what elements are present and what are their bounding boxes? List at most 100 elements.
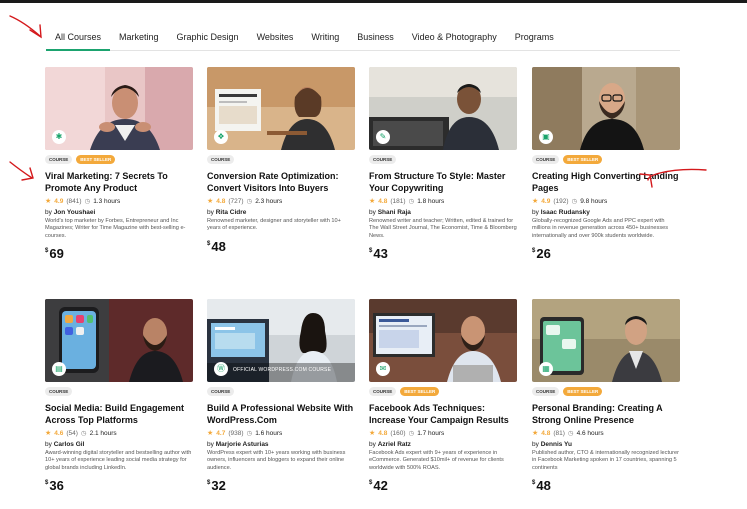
author-name[interactable]: Isaac Rudansky [541, 209, 590, 216]
author-bio: Globally-recognized Google Ads and PPC e… [532, 218, 669, 239]
thumbnail-image [369, 299, 517, 382]
tab-business[interactable]: Business [348, 27, 403, 51]
rating-score: 4.8 [216, 197, 226, 205]
course-author: by Rita Cidre [207, 209, 355, 216]
clock-icon: ◷ [84, 198, 91, 205]
author-bio: Published author, CTO & internationally … [532, 450, 679, 471]
star-icon: ★ [532, 430, 539, 437]
course-thumbnail[interactable]: ▦ [532, 299, 680, 382]
course-thumbnail[interactable]: ✉ [369, 299, 517, 382]
course-duration: 1.8 hours [417, 197, 445, 205]
course-card[interactable]: ❖ COURSE Conversion Rate Optimization: C… [207, 67, 355, 254]
author-prefix: by [369, 209, 376, 216]
star-icon: ★ [207, 430, 214, 437]
star-icon: ★ [45, 430, 52, 437]
course-title[interactable]: Social Media: Build Engagement Across To… [45, 402, 193, 426]
course-price: $36 [45, 478, 193, 493]
currency-symbol: $ [207, 240, 211, 247]
tab-writing[interactable]: Writing [302, 27, 348, 51]
price-value: 32 [211, 478, 226, 494]
course-thumbnail[interactable]: Ⓦ OFFICIAL WORDPRESS.COM COURSE [207, 299, 355, 382]
tab-all-courses[interactable]: All Courses [46, 27, 111, 51]
course-price: $43 [369, 246, 517, 261]
author-bio: Renowned writer and teacher; Written, ed… [369, 218, 517, 239]
category-icon: ▦ [539, 362, 553, 376]
star-icon: ★ [369, 198, 376, 205]
author-bio: Facebook Ads expert with 9+ years of exp… [369, 450, 504, 471]
author-name[interactable]: Rita Cidre [216, 209, 247, 216]
course-title[interactable]: Viral Marketing: 7 Secrets To Promote An… [45, 170, 193, 194]
clock-icon: ◷ [571, 198, 578, 205]
course-title[interactable]: Creating High Converting Landing Pages [532, 170, 680, 194]
course-thumbnail[interactable]: ❖ [207, 67, 355, 150]
course-card[interactable]: ▤ COURSE Social Media: Build Engagement … [45, 299, 193, 493]
rating-count: (938) [228, 429, 244, 437]
clock-icon: ◷ [246, 198, 253, 205]
course-thumbnail[interactable]: ▤ [45, 299, 193, 382]
wordpress-icon: Ⓦ [214, 362, 228, 376]
course-card[interactable]: Ⓦ OFFICIAL WORDPRESS.COM COURSE COURSE B… [207, 299, 355, 493]
top-bar [0, 0, 747, 3]
author-name[interactable]: Carlos Gil [54, 441, 85, 448]
price-value: 69 [49, 246, 64, 262]
rating-score: 4.8 [378, 429, 388, 437]
course-duration: 9.8 hours [580, 197, 608, 205]
author-name[interactable]: Shani Raja [378, 209, 411, 216]
author-prefix: by [532, 209, 539, 216]
course-author: by Azriel Ratz [369, 441, 517, 448]
course-title[interactable]: Build A Professional Website With WordPr… [207, 402, 355, 426]
course-title[interactable]: From Structure To Style: Master Your Cop… [369, 170, 517, 194]
course-card[interactable]: ✎ COURSE From Structure To Style: Master… [369, 67, 517, 261]
course-thumbnail[interactable]: ✱ [45, 67, 193, 150]
clock-icon: ◷ [567, 430, 574, 437]
category-tabs: All Courses Marketing Graphic Design Web… [46, 27, 680, 51]
author-name[interactable]: Dennis Yu [541, 441, 572, 448]
tab-programs[interactable]: Programs [506, 27, 563, 51]
star-icon: ★ [207, 198, 214, 205]
course-thumbnail[interactable]: ✎ [369, 67, 517, 150]
course-title[interactable]: Facebook Ads Techniques: Increase Your C… [369, 402, 517, 426]
course-card[interactable]: ✱ COURSE BEST SELLER Viral Marketing: 7 … [45, 67, 193, 261]
thumbnail-image [532, 299, 680, 382]
author-name[interactable]: Marjorie Asturias [216, 441, 269, 448]
price-value: 26 [536, 246, 551, 262]
course-rating: ★ 4.8 (160) ◷ 1.7 hours [369, 429, 517, 438]
best-seller-badge: BEST SELLER [563, 155, 603, 164]
course-badge: COURSE [369, 387, 397, 396]
author-name[interactable]: Azriel Ratz [378, 441, 411, 448]
course-duration: 2.1 hours [89, 429, 117, 437]
course-badge: COURSE [532, 387, 560, 396]
price-value: 42 [373, 478, 388, 494]
course-title[interactable]: Personal Branding: Creating A Strong Onl… [532, 402, 680, 426]
clock-icon: ◷ [408, 198, 415, 205]
course-duration: 1.3 hours [93, 197, 121, 205]
rating-score: 4.9 [54, 197, 64, 205]
rating-count: (727) [228, 197, 244, 205]
badges: COURSE [369, 155, 517, 164]
thumbnail-overlay-text: OFFICIAL WORDPRESS.COM COURSE [233, 367, 332, 373]
course-card[interactable]: ▣ COURSE BEST SELLER Creating High Conve… [532, 67, 680, 261]
course-card[interactable]: ✉ COURSE BEST SELLER Facebook Ads Techni… [369, 299, 517, 493]
course-rating: ★ 4.6 (54) ◷ 2.1 hours [45, 429, 193, 438]
author-name[interactable]: Jon Youshaei [54, 209, 96, 216]
thumbnail-image [532, 67, 680, 150]
rating-count: (54) [66, 429, 78, 437]
tab-marketing[interactable]: Marketing [110, 27, 168, 51]
currency-symbol: $ [532, 248, 536, 255]
course-badge: COURSE [207, 155, 235, 164]
course-card[interactable]: ▦ COURSE BEST SELLER Personal Branding: … [532, 299, 680, 493]
rating-score: 4.6 [54, 429, 64, 437]
currency-symbol: $ [207, 480, 211, 487]
course-author: by Dennis Yu [532, 441, 680, 448]
rating-count: (192) [553, 197, 569, 205]
price-value: 43 [373, 246, 388, 262]
course-price: $48 [532, 478, 680, 493]
course-badge: COURSE [45, 387, 73, 396]
tab-graphic-design[interactable]: Graphic Design [168, 27, 248, 51]
course-title[interactable]: Conversion Rate Optimization: Convert Vi… [207, 170, 355, 194]
course-price: $32 [207, 478, 355, 493]
course-thumbnail[interactable]: ▣ [532, 67, 680, 150]
tab-websites[interactable]: Websites [248, 27, 303, 51]
tab-video-photography[interactable]: Video & Photography [403, 27, 506, 51]
course-price: $42 [369, 478, 517, 493]
